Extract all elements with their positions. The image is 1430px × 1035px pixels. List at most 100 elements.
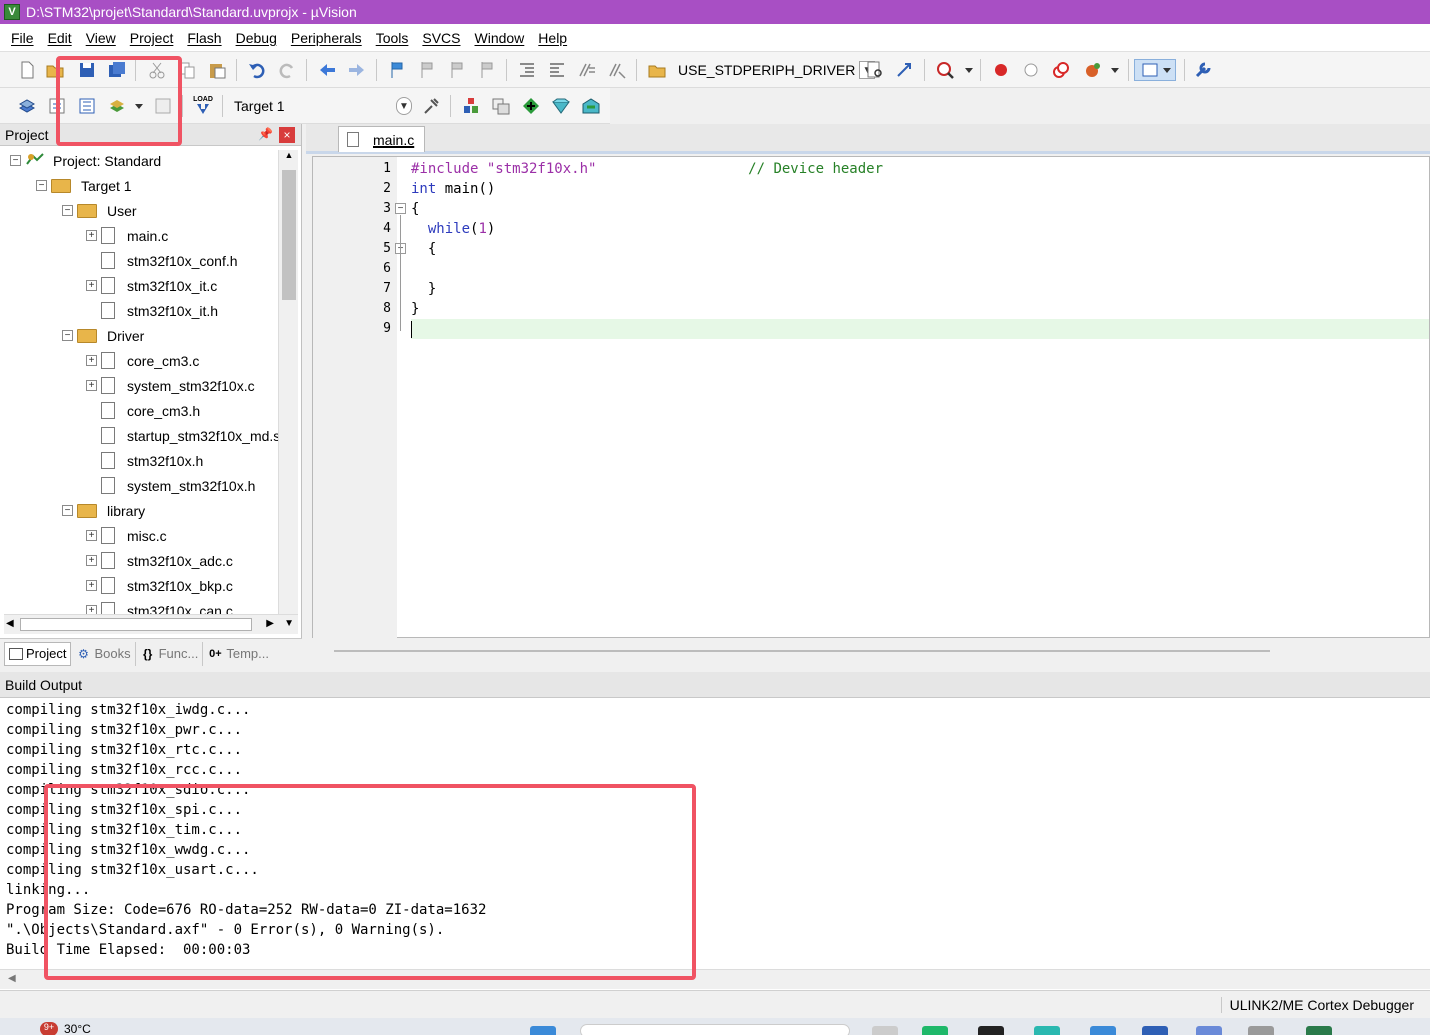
scroll-left-icon[interactable]: ◀: [6, 618, 14, 629]
code-line[interactable]: }: [411, 299, 1429, 319]
disable-breakpoint-icon[interactable]: [1020, 59, 1042, 81]
menu-file[interactable]: File: [4, 30, 41, 46]
tree-item[interactable]: + misc.c: [86, 523, 167, 548]
breakpoints-dropdown-icon[interactable]: [1104, 59, 1126, 81]
indent-icon[interactable]: [516, 59, 538, 81]
cut-icon[interactable]: [146, 59, 168, 81]
collapse-icon[interactable]: −: [62, 505, 73, 516]
menu-help[interactable]: Help: [531, 30, 574, 46]
close-icon[interactable]: ×: [279, 127, 295, 143]
taskbar-app-icon[interactable]: [1090, 1026, 1116, 1035]
build-icon[interactable]: [46, 95, 68, 117]
code-line[interactable]: }: [411, 279, 1429, 299]
copy-icon[interactable]: [176, 59, 198, 81]
incremental-find-icon[interactable]: [894, 59, 916, 81]
code-line[interactable]: while(1): [411, 219, 1429, 239]
taskbar-app-icon[interactable]: [978, 1026, 1004, 1035]
batch-dropdown-icon[interactable]: [128, 95, 150, 117]
breakpoints-menu-icon[interactable]: [1082, 59, 1104, 81]
scroll-thumb[interactable]: [20, 618, 252, 631]
scroll-down-icon[interactable]: ▼: [284, 618, 294, 629]
menu-debug[interactable]: Debug: [229, 30, 284, 46]
undo-icon[interactable]: [246, 59, 268, 81]
scroll-up-icon[interactable]: ▲: [281, 150, 297, 166]
scroll-left-icon[interactable]: ◀: [8, 973, 16, 984]
tree-item[interactable]: stm32f10x.h: [86, 448, 203, 473]
code-text[interactable]: #include "stm32f10x.h" // Device header i…: [411, 157, 1429, 639]
code-line[interactable]: #include "stm32f10x.h" // Device header: [411, 159, 1429, 179]
chevron-down-icon[interactable]: ▼: [396, 97, 412, 115]
breakpoint-icon[interactable]: [990, 59, 1012, 81]
taskbar-app-icon[interactable]: [530, 1026, 556, 1035]
menu-peripherals[interactable]: Peripherals: [284, 30, 369, 46]
comment-icon[interactable]: [576, 59, 598, 81]
taskbar-app-icon[interactable]: [1306, 1026, 1332, 1035]
next-bookmark-icon[interactable]: [446, 59, 468, 81]
tab-functions[interactable]: {} Func...: [136, 641, 204, 666]
find-icon[interactable]: [864, 59, 886, 81]
taskbar-app-icon[interactable]: [1142, 1026, 1168, 1035]
code-line[interactable]: [411, 259, 1429, 279]
tree-item[interactable]: + main.c: [86, 223, 168, 248]
tree-item[interactable]: + system_stm32f10x.c: [86, 373, 255, 398]
menu-flash[interactable]: Flash: [180, 30, 228, 46]
redo-icon[interactable]: [276, 59, 298, 81]
define-combo[interactable]: USE_STDPERIPH_DRIVER ▼: [678, 58, 876, 82]
tree-item[interactable]: + stm32f10x_it.c: [86, 273, 217, 298]
scroll-right-icon[interactable]: ▶: [266, 618, 274, 629]
clear-bookmarks-icon[interactable]: [476, 59, 498, 81]
collapse-icon[interactable]: −: [62, 205, 73, 216]
back-icon[interactable]: [316, 59, 338, 81]
menu-tools[interactable]: Tools: [369, 30, 416, 46]
build-log[interactable]: compiling stm32f10x_iwdg.c... compiling s…: [6, 700, 1406, 960]
options-for-target-icon[interactable]: [420, 95, 442, 117]
expand-icon[interactable]: +: [86, 280, 97, 291]
tree-item[interactable]: + core_cm3.c: [86, 348, 199, 373]
tree-item[interactable]: − library: [62, 498, 145, 523]
config-icon[interactable]: [1192, 59, 1214, 81]
manage-components-icon[interactable]: [460, 95, 482, 117]
save-icon[interactable]: [76, 59, 98, 81]
tree-item[interactable]: + stm32f10x_adc.c: [86, 548, 233, 573]
menu-project[interactable]: Project: [123, 30, 181, 46]
pack-installer-icon[interactable]: [550, 95, 572, 117]
scroll-thumb[interactable]: [282, 170, 296, 300]
debug-icon[interactable]: [934, 59, 956, 81]
expand-icon[interactable]: +: [86, 355, 97, 366]
collapse-icon[interactable]: −: [62, 330, 73, 341]
code-line[interactable]: [411, 319, 1429, 339]
tree-horizontal-scrollbar[interactable]: ◀ ▶ ▼: [4, 614, 298, 634]
tab-templates[interactable]: 0+ Temp...: [203, 642, 273, 666]
tree-item[interactable]: − User: [62, 198, 137, 223]
tree-item[interactable]: startup_stm32f10x_md.s: [86, 423, 278, 448]
debug-dropdown-icon[interactable]: [958, 59, 980, 81]
tree-vertical-scrollbar[interactable]: ▲: [278, 150, 298, 614]
tree-item[interactable]: − Project: Standard: [10, 148, 161, 173]
scroll-track[interactable]: [334, 650, 1270, 652]
rebuild-icon[interactable]: [76, 95, 98, 117]
batch-build-icon[interactable]: [106, 95, 128, 117]
tree-item[interactable]: core_cm3.h: [86, 398, 200, 423]
collapse-icon[interactable]: −: [10, 155, 21, 166]
tree-item[interactable]: − Driver: [62, 323, 144, 348]
taskbar-app-icon[interactable]: [1248, 1026, 1274, 1035]
kill-breakpoints-icon[interactable]: [1050, 59, 1072, 81]
taskbar-app-icon[interactable]: [922, 1026, 948, 1035]
unindent-icon[interactable]: [546, 59, 568, 81]
code-line[interactable]: int main(): [411, 179, 1429, 199]
code-line[interactable]: {: [411, 199, 1429, 219]
expand-icon[interactable]: +: [86, 230, 97, 241]
taskbar-app-icon[interactable]: [872, 1026, 898, 1035]
taskbar-app-icon[interactable]: [1034, 1026, 1060, 1035]
select-packs-icon[interactable]: [520, 95, 542, 117]
new-file-icon[interactable]: [16, 59, 38, 81]
code-line[interactable]: {: [411, 239, 1429, 259]
menu-view[interactable]: View: [79, 30, 123, 46]
expand-icon[interactable]: +: [86, 555, 97, 566]
expand-icon[interactable]: +: [86, 605, 97, 614]
uncomment-icon[interactable]: [606, 59, 628, 81]
paste-icon[interactable]: [206, 59, 228, 81]
save-all-icon[interactable]: [106, 59, 128, 81]
menu-window[interactable]: Window: [468, 30, 532, 46]
translate-icon[interactable]: [16, 95, 38, 117]
